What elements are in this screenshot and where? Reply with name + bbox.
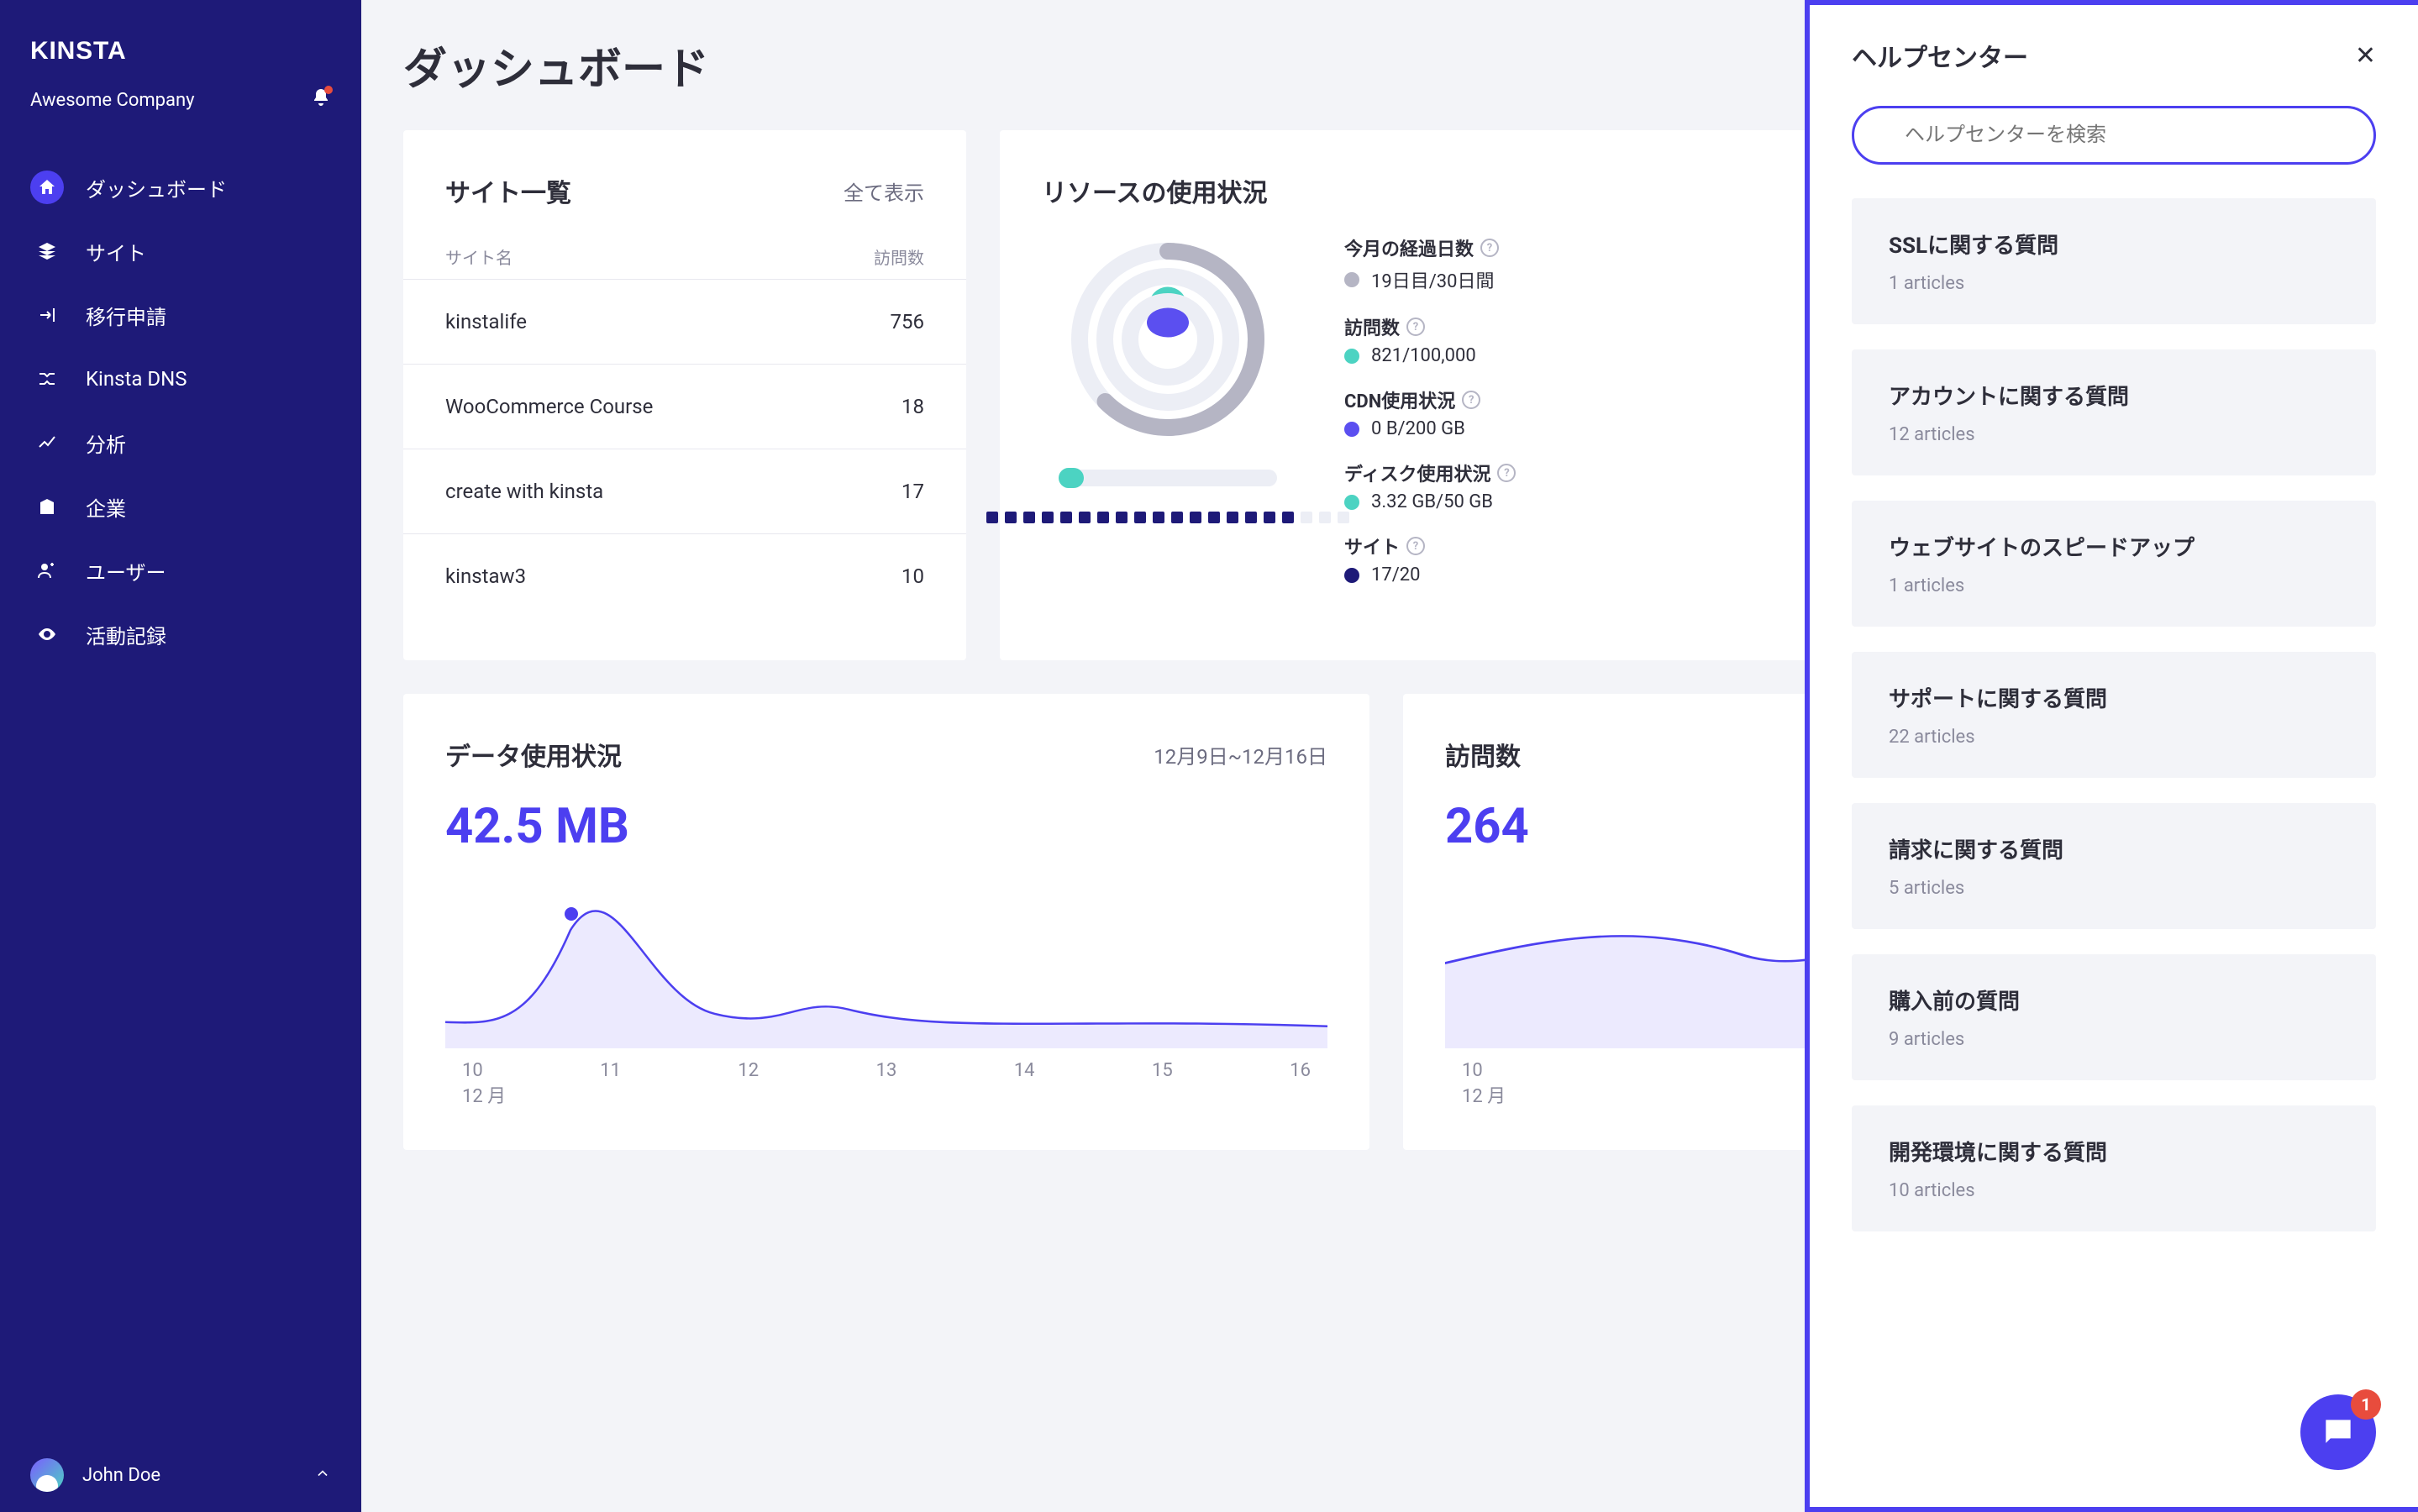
legend-dot <box>1344 495 1359 510</box>
help-item[interactable]: サポートに関する質問22 articles <box>1852 652 2376 778</box>
info-icon[interactable]: ? <box>1462 391 1480 409</box>
chat-button[interactable]: 1 <box>2300 1394 2376 1470</box>
sidebar-item-label: 企業 <box>86 492 126 522</box>
sidebar-item-sites[interactable]: サイト <box>0 219 361 283</box>
help-panel: ヘルプセンター ✕ SSLに関する質問1 articles アカウントに関する質… <box>1805 0 2418 1512</box>
sidebar-item-label: サイト <box>86 237 146 266</box>
info-icon[interactable]: ? <box>1406 537 1425 555</box>
x-month: 12 月 <box>445 1081 1327 1108</box>
help-item[interactable]: 請求に関する質問5 articles <box>1852 803 2376 929</box>
legend-dot <box>1344 349 1359 364</box>
sidebar-item-analytics[interactable]: 分析 <box>0 411 361 475</box>
analytics-icon <box>30 426 64 459</box>
legend-dot <box>1344 272 1359 287</box>
sidebar-item-label: Kinsta DNS <box>86 367 187 391</box>
sidebar-item-dashboard[interactable]: ダッシュボード <box>0 155 361 219</box>
legend-dot <box>1344 568 1359 583</box>
users-icon <box>30 554 64 587</box>
data-usage-value: 42.5 MB <box>445 798 1327 855</box>
building-icon <box>30 490 64 523</box>
help-item[interactable]: SSLに関する質問1 articles <box>1852 198 2376 324</box>
help-item[interactable]: 開発環境に関する質問10 articles <box>1852 1105 2376 1231</box>
table-row[interactable]: create with kinsta17 <box>403 449 966 534</box>
resource-card-title: リソースの使用状況 <box>1042 172 1268 209</box>
avatar <box>30 1458 64 1492</box>
eye-icon <box>30 617 64 651</box>
sites-card-title: サイト一覧 <box>445 172 571 209</box>
sidebar-nav: ダッシュボード サイト 移行申請 Kinsta DNS 分析 企業 ユーザー <box>0 147 361 1438</box>
sites-view-all[interactable]: 全て表示 <box>844 176 924 206</box>
sidebar-item-label: ユーザー <box>86 556 166 585</box>
col-site-name: サイト名 <box>445 244 807 269</box>
x-axis: 10111213141516 <box>445 1052 1327 1081</box>
help-item[interactable]: ウェブサイトのスピードアップ1 articles <box>1852 501 2376 627</box>
user-name: John Doe <box>82 1465 296 1486</box>
visits-title: 訪問数 <box>1445 736 1521 773</box>
help-list: SSLに関する質問1 articles アカウントに関する質問12 articl… <box>1810 198 2418 1231</box>
legend-dot <box>1344 422 1359 437</box>
sidebar-item-dns[interactable]: Kinsta DNS <box>0 347 361 411</box>
help-search-input[interactable] <box>1852 106 2376 165</box>
chat-badge: 1 <box>2351 1389 2381 1420</box>
gauge-area <box>1042 234 1294 585</box>
circular-gauge <box>1063 234 1273 444</box>
user-menu[interactable]: John Doe <box>0 1438 361 1512</box>
chevron-up-icon <box>314 1465 331 1485</box>
sidebar: KINSTA Awesome Company ダッシュボード サイト 移行申請 … <box>0 0 361 1512</box>
sites-dots <box>986 512 1349 523</box>
data-usage-title: データ使用状況 <box>445 736 622 773</box>
sidebar-item-label: 分析 <box>86 428 126 458</box>
dns-icon <box>30 362 64 396</box>
help-item[interactable]: 購入前の質問9 articles <box>1852 954 2376 1080</box>
help-item[interactable]: アカウントに関する質問12 articles <box>1852 349 2376 475</box>
col-visits: 訪問数 <box>807 244 924 269</box>
info-icon[interactable]: ? <box>1480 239 1499 257</box>
data-usage-range: 12月9日~12月16日 <box>1154 740 1327 769</box>
brand-logo[interactable]: KINSTA <box>0 0 361 87</box>
sites-card: サイト一覧 全て表示 サイト名 訪問数 kinstalife756 WooCom… <box>403 130 966 660</box>
sidebar-item-migration[interactable]: 移行申請 <box>0 283 361 347</box>
home-icon <box>30 171 64 204</box>
sidebar-item-label: 活動記録 <box>86 620 166 649</box>
table-row[interactable]: kinstaw310 <box>403 534 966 618</box>
help-title: ヘルプセンター <box>1852 37 2028 74</box>
sidebar-item-label: ダッシュボード <box>86 173 227 202</box>
data-usage-sparkline <box>445 880 1327 1048</box>
notifications-bell-icon[interactable] <box>311 87 331 113</box>
layers-icon <box>30 234 64 268</box>
sidebar-item-users[interactable]: ユーザー <box>0 538 361 602</box>
disk-bar-gauge <box>1059 470 1277 486</box>
table-row[interactable]: WooCommerce Course18 <box>403 365 966 449</box>
sidebar-item-activity[interactable]: 活動記録 <box>0 602 361 666</box>
sidebar-item-company[interactable]: 企業 <box>0 475 361 538</box>
close-icon[interactable]: ✕ <box>2355 41 2376 71</box>
migration-icon <box>30 298 64 332</box>
table-row[interactable]: kinstalife756 <box>403 280 966 365</box>
company-name: Awesome Company <box>30 90 195 111</box>
sidebar-item-label: 移行申請 <box>86 301 166 330</box>
notification-dot <box>324 86 333 94</box>
data-usage-card: データ使用状況 12月9日~12月16日 42.5 MB 10111213141… <box>403 694 1369 1150</box>
svg-text:KINSTA: KINSTA <box>30 37 126 65</box>
info-icon[interactable]: ? <box>1497 464 1516 482</box>
info-icon[interactable]: ? <box>1406 318 1425 336</box>
